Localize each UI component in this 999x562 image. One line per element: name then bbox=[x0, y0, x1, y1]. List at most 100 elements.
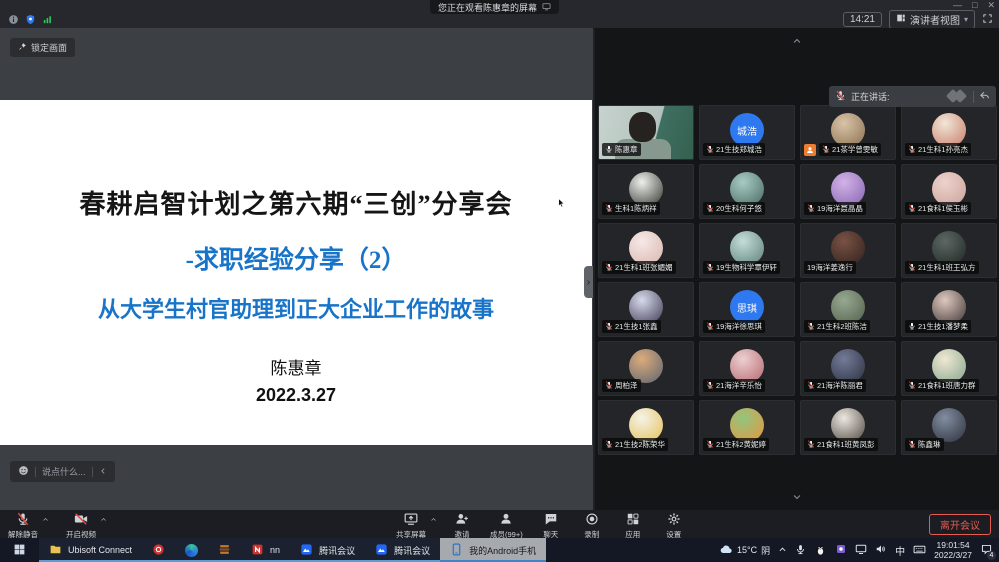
participant-name: 21生科1班张媚媚 bbox=[615, 262, 673, 273]
toolbar-members-button[interactable]: 成员(99+) bbox=[490, 512, 523, 540]
participant-tile[interactable]: 21食科1侯玉彬 bbox=[901, 164, 997, 219]
participant-name: 21海洋辛乐怡 bbox=[716, 380, 762, 391]
participant-tile[interactable]: 21生科2黄妮婷 bbox=[699, 400, 795, 455]
leave-meeting-button[interactable]: 离开会议 bbox=[929, 514, 991, 535]
participant-avatar bbox=[831, 113, 865, 147]
participant-tile[interactable]: 21生技1张鑫 bbox=[598, 282, 694, 337]
mic-muted-icon bbox=[835, 88, 846, 106]
participant-tile[interactable]: 生科1陈炳祥 bbox=[598, 164, 694, 219]
participant-avatar bbox=[629, 349, 663, 383]
participant-name: 21生技1张鑫 bbox=[615, 321, 658, 332]
participant-tile[interactable]: 21生科1班张媚媚 bbox=[598, 223, 694, 278]
mic-muted-icon bbox=[706, 440, 714, 450]
taskbar-android-phone[interactable]: 我的Android手机 bbox=[440, 538, 546, 562]
participant-tile[interactable]: 21食科1班唐力群 bbox=[901, 341, 997, 396]
emoji-icon[interactable] bbox=[18, 465, 29, 478]
participant-tile[interactable]: 19海洋聂晶晶 bbox=[800, 164, 896, 219]
action-center-button[interactable]: 4 bbox=[980, 543, 993, 558]
touch-keyboard-icon[interactable] bbox=[913, 543, 926, 558]
participant-tile[interactable]: 周柏泽 bbox=[598, 341, 694, 396]
reply-arrow-icon[interactable] bbox=[979, 88, 990, 106]
mic-muted-icon bbox=[908, 204, 916, 214]
view-mode-button[interactable]: 演讲者视图 ▾ bbox=[889, 10, 975, 29]
participant-tile[interactable]: 21生技1潘梦柔 bbox=[901, 282, 997, 337]
chevron-up-icon[interactable] bbox=[100, 516, 107, 525]
participant-tile[interactable]: 21生科1班王弘方 bbox=[901, 223, 997, 278]
toolbar-record-button[interactable]: 录制 bbox=[579, 512, 605, 540]
window-controls: — □ ✕ bbox=[953, 0, 995, 11]
scroll-down-chevron[interactable] bbox=[792, 489, 802, 507]
presentation-slide: 春耕启智计划之第六期“三创”分享会 -求职经验分享（2） 从大学生村官助理到正大… bbox=[0, 100, 592, 445]
minimize-button[interactable]: — bbox=[953, 0, 962, 11]
taskbar-ubisoft-connect[interactable]: Ubisoft Connect bbox=[39, 538, 142, 562]
participant-name: 陈鑫琳 bbox=[918, 439, 941, 450]
pin-screen-button[interactable]: 锁定画面 bbox=[10, 38, 75, 57]
toolbar-chat-button[interactable]: 聊天 bbox=[538, 512, 564, 540]
taskbar-clock[interactable]: 19:01:54 2022/3/27 bbox=[934, 540, 972, 560]
taskbar-tencent-meeting-1[interactable]: 腾讯会议 bbox=[290, 538, 365, 562]
mic-slash-icon bbox=[16, 512, 30, 528]
scroll-up-chevron[interactable] bbox=[792, 33, 802, 51]
mic-on-icon bbox=[908, 322, 916, 332]
participant-tile[interactable]: 陈惠章 bbox=[598, 105, 694, 160]
participant-avatar bbox=[831, 408, 865, 442]
tray-expand-chevron[interactable] bbox=[778, 545, 787, 556]
panel-collapse-handle[interactable] bbox=[584, 266, 593, 298]
participant-tile[interactable]: 21海洋辛乐怡 bbox=[699, 341, 795, 396]
participant-tile[interactable]: 思琪19海洋徐思琪 bbox=[699, 282, 795, 337]
participant-tile[interactable]: 城浩21生技郑城浩 bbox=[699, 105, 795, 160]
participant-tile[interactable]: 21生科2班陈洁 bbox=[800, 282, 896, 337]
participant-grid: 陈惠章城浩21生技郑城浩21茶学曾雯敏21生科1孙亮杰生科1陈炳祥20生科何子悠… bbox=[598, 105, 997, 455]
start-button[interactable] bbox=[0, 538, 39, 562]
quick-chat-input[interactable]: 说点什么... bbox=[10, 461, 115, 482]
pin-icon bbox=[18, 42, 27, 53]
chevron-up-icon[interactable] bbox=[42, 516, 49, 525]
toolbar-invite-button[interactable]: 邀请 bbox=[449, 512, 475, 540]
participant-tile[interactable]: 19生物科学覃伊轩 bbox=[699, 223, 795, 278]
purple-app-icon[interactable] bbox=[835, 543, 847, 557]
participant-tile[interactable]: 21食科1班黄凤彭 bbox=[800, 400, 896, 455]
meeting-icon bbox=[375, 543, 388, 558]
network-icon[interactable] bbox=[855, 543, 867, 557]
participant-tile[interactable]: 21生技2陈荣华 bbox=[598, 400, 694, 455]
taskbar-nn[interactable]: nn bbox=[241, 538, 290, 562]
weather-temp: 15°C bbox=[737, 545, 757, 555]
participant-avatar bbox=[831, 290, 865, 324]
tray-mic-icon[interactable] bbox=[795, 544, 806, 557]
participant-tile[interactable]: 21海洋陈丽君 bbox=[800, 341, 896, 396]
weather-widget[interactable]: 15°C 阴 bbox=[720, 543, 770, 558]
toolbar-apps-button[interactable]: 应用 bbox=[620, 512, 646, 540]
toolbar-share-screen-button[interactable]: 共享屏幕 bbox=[396, 512, 426, 540]
participant-tile[interactable]: 19海洋姜逸行 bbox=[800, 223, 896, 278]
qq-icon[interactable] bbox=[814, 543, 827, 558]
participant-avatar bbox=[932, 408, 966, 442]
fullscreen-icon[interactable] bbox=[982, 13, 993, 27]
participant-tile[interactable]: 20生科何子悠 bbox=[699, 164, 795, 219]
screen-pop-icon[interactable] bbox=[542, 2, 551, 13]
participant-tile[interactable]: 21茶学曾雯敏 bbox=[800, 105, 896, 160]
mic-muted-icon bbox=[822, 145, 830, 155]
toolbar-start-video-button[interactable]: 开启视频 bbox=[66, 512, 96, 540]
ime-indicator[interactable]: 中 bbox=[895, 543, 905, 558]
taskbar-reader[interactable] bbox=[208, 538, 241, 562]
close-button[interactable]: ✕ bbox=[987, 0, 995, 11]
participant-name: 21食科1班黄凤彭 bbox=[817, 439, 875, 450]
taskbar-edge[interactable] bbox=[175, 538, 208, 562]
toolbar-unmute-button[interactable]: 解除静音 bbox=[8, 512, 38, 540]
chevron-left-icon[interactable] bbox=[99, 467, 107, 477]
participant-tile[interactable]: 21生科1孙亮杰 bbox=[901, 105, 997, 160]
taskbar-tencent-meeting-2[interactable]: 腾讯会议 bbox=[365, 538, 440, 562]
volume-icon[interactable] bbox=[875, 543, 887, 557]
member-icon bbox=[499, 512, 513, 528]
maximize-button[interactable]: □ bbox=[972, 0, 977, 11]
toolbar-settings-button[interactable]: 设置 bbox=[661, 512, 687, 540]
mic-on-icon bbox=[605, 145, 613, 155]
participant-avatar bbox=[730, 349, 764, 383]
mic-muted-icon bbox=[807, 204, 815, 214]
viewing-banner-text: 您正在观看陈惠章的屏幕 bbox=[438, 1, 537, 14]
taskbar-music[interactable] bbox=[142, 538, 175, 562]
grid-view-icon[interactable] bbox=[946, 90, 968, 103]
chevron-up-icon[interactable] bbox=[430, 516, 437, 525]
participant-name: 21食科1侯玉彬 bbox=[918, 203, 968, 214]
participant-tile[interactable]: 陈鑫琳 bbox=[901, 400, 997, 455]
